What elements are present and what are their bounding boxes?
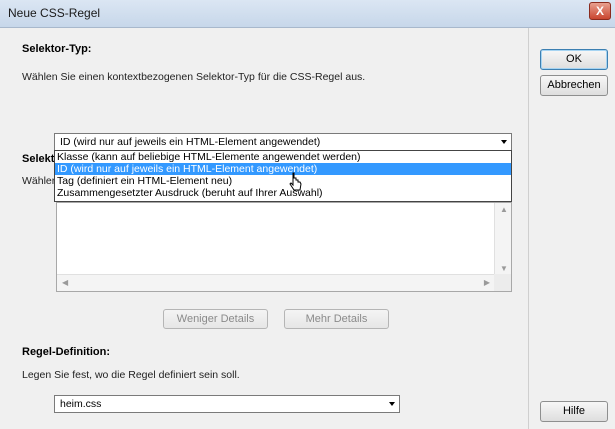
- more-details-button[interactable]: Mehr Details: [284, 309, 389, 329]
- rule-definition-description: Legen Sie fest, wo die Regel definiert s…: [22, 369, 240, 381]
- dropdown-option-tag[interactable]: Tag (definiert ein HTML-Element neu): [55, 175, 511, 187]
- chevron-down-icon[interactable]: [389, 402, 395, 406]
- scroll-right-icon[interactable]: ▶: [484, 278, 490, 287]
- divider: [528, 28, 529, 429]
- chevron-down-icon[interactable]: [501, 140, 507, 144]
- ok-button[interactable]: OK: [540, 49, 608, 70]
- dropdown-option-id[interactable]: ID (wird nur auf jeweils ein HTML-Elemen…: [55, 163, 511, 175]
- close-button[interactable]: X: [589, 2, 611, 20]
- scrollbar-corner: [494, 274, 511, 291]
- rule-definition-heading: Regel-Definition:: [22, 346, 110, 358]
- cancel-button[interactable]: Abbrechen: [540, 75, 608, 96]
- rule-definition-selected: heim.css: [60, 398, 102, 410]
- selector-type-dropdown-list[interactable]: Klasse (kann auf beliebige HTML-Elemente…: [54, 150, 512, 202]
- rule-definition-select[interactable]: heim.css: [54, 395, 400, 413]
- title-bar: Neue CSS-Regel X: [0, 0, 615, 28]
- dropdown-option-compound[interactable]: Zusammengesetzter Ausdruck (beruht auf I…: [55, 187, 511, 199]
- help-button[interactable]: Hilfe: [540, 401, 608, 422]
- selector-preview-area[interactable]: ▲ ▼ ◀ ▶: [56, 202, 512, 292]
- scroll-down-icon[interactable]: ▼: [500, 264, 508, 273]
- selector-name-description: Wähler: [22, 175, 56, 187]
- horizontal-scrollbar[interactable]: ◀ ▶: [57, 274, 495, 291]
- mouse-cursor-icon: [289, 172, 302, 191]
- window-title: Neue CSS-Regel: [8, 6, 101, 20]
- less-details-button[interactable]: Weniger Details: [163, 309, 268, 329]
- selector-type-heading: Selektor-Typ:: [22, 43, 92, 55]
- dropdown-option-class[interactable]: Klasse (kann auf beliebige HTML-Elemente…: [55, 151, 511, 163]
- selector-type-selected: ID (wird nur auf jeweils ein HTML-Elemen…: [60, 136, 321, 148]
- scroll-left-icon[interactable]: ◀: [62, 278, 68, 287]
- vertical-scrollbar[interactable]: ▲ ▼: [494, 203, 511, 275]
- scroll-up-icon[interactable]: ▲: [500, 205, 508, 214]
- selector-name-heading: Selekt: [22, 153, 55, 165]
- selector-type-description: Wählen Sie einen kontextbezogenen Selekt…: [22, 71, 366, 83]
- selector-type-select[interactable]: ID (wird nur auf jeweils ein HTML-Elemen…: [54, 133, 512, 151]
